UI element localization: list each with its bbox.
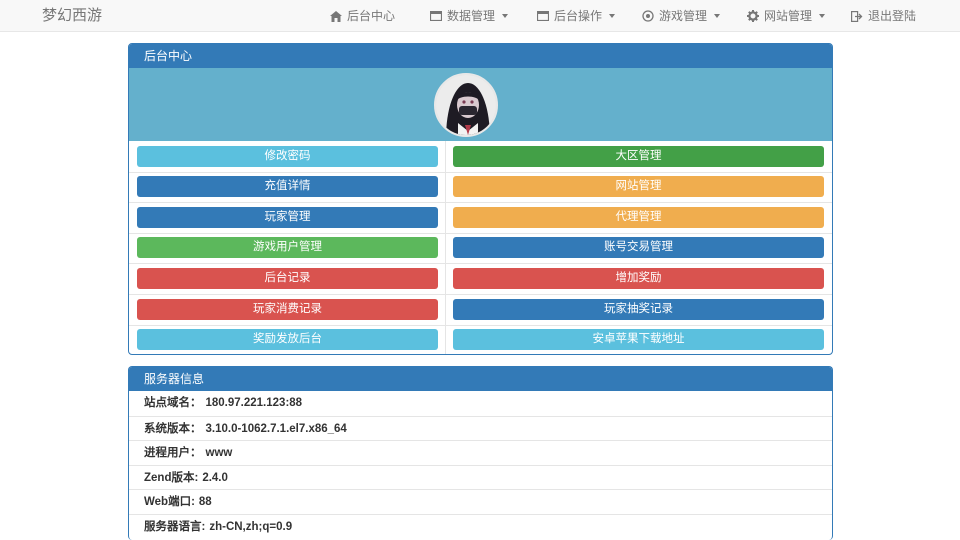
info-value: 88: [198, 496, 212, 509]
panel-heading: 服务器信息: [129, 367, 832, 391]
nav-game-label: 游戏管理: [659, 9, 708, 23]
avatar-banner: [129, 68, 832, 141]
nav-game-management[interactable]: 游戏管理: [642, 0, 721, 32]
nav-ops-label: 后台操作: [554, 9, 603, 23]
nav-logout-label: 退出登陆: [868, 9, 917, 23]
action-button-left-5[interactable]: 后台记录: [137, 267, 438, 289]
action-button-right-3[interactable]: 代理管理: [453, 206, 824, 228]
nav-home[interactable]: 后台中心: [330, 0, 395, 32]
nav-data-label: 数据管理: [447, 9, 496, 23]
nav-site-label: 网站管理: [764, 9, 813, 23]
home-icon: [330, 10, 342, 22]
avatar[interactable]: [434, 73, 498, 137]
action-button-left-7[interactable]: 奖励发放后台: [137, 329, 438, 351]
nav-home-label: 后台中心: [347, 9, 396, 23]
nav-backend-ops[interactable]: 后台操作: [537, 0, 616, 32]
info-value: 180.97.221.123:88: [205, 397, 303, 409]
panel-heading: 后台中心: [129, 44, 832, 68]
info-label: Web端口:: [144, 496, 195, 509]
row-divider: [129, 202, 832, 204]
server-info-row: Web端口: 88: [129, 489, 832, 514]
top-navbar: 梦幻西游 后台中心 数据管理 后台操作 游戏管理 网站管理 退出登陆: [0, 0, 960, 32]
info-value: zh-CN,zh;q=0.9: [209, 520, 293, 533]
brand-logo[interactable]: 梦幻西游: [42, 0, 102, 32]
gear-icon: [747, 10, 759, 22]
info-value: www: [205, 447, 233, 460]
caret-down-icon: [714, 14, 721, 18]
nav-data-management[interactable]: 数据管理: [430, 0, 509, 32]
server-info-row: 系统版本： 3.10.0-1062.7.1.el7.x86_64: [129, 415, 832, 441]
window-icon: [430, 10, 442, 22]
action-button-left-4[interactable]: 游戏用户管理: [137, 237, 438, 259]
nav-logout[interactable]: 退出登陆: [851, 0, 916, 32]
info-label: 系统版本：: [144, 422, 202, 435]
action-button-left-1[interactable]: 修改密码: [137, 145, 438, 167]
server-info-row: 服务器语言: zh-CN,zh;q=0.9: [129, 513, 832, 539]
row-divider: [129, 263, 832, 265]
action-button-grid: 修改密码 大区管理 充值详情 网站管理 玩家管理 代理管理 游戏用户管理 账号交易管理 后台记录…: [129, 141, 832, 354]
row-divider: [129, 171, 832, 173]
server-info-list: 站点域名： 180.97.221.123:88 系统版本： 3.10.0-1062.7…: [129, 391, 832, 539]
action-button-right-1[interactable]: 大区管理: [453, 145, 824, 167]
server-info-row: Zend版本: 2.4.0: [129, 464, 832, 490]
server-info-panel: 服务器信息 站点域名： 180.97.221.123:88 系统版本： 3.10.0-…: [128, 366, 833, 540]
action-button-left-6[interactable]: 玩家消费记录: [137, 298, 438, 320]
info-value: 3.10.0-1062.7.1.el7.x86_64: [205, 422, 347, 435]
server-info-row: 进程用户： www: [129, 440, 832, 465]
window-icon: [537, 10, 549, 22]
action-button-left-2[interactable]: 充值详情: [137, 176, 438, 198]
eye-icon: [642, 10, 654, 22]
caret-down-icon: [502, 14, 509, 18]
logout-icon: [851, 10, 863, 22]
admin-center-panel: 后台中心 修改密码 大区管理 充值详情 网站管理 玩家管理 代理管理 游戏用户管理 账号交易管…: [128, 43, 833, 355]
server-info-row: 站点域名： 180.97.221.123:88: [129, 391, 832, 416]
info-label: 服务器语言:: [144, 520, 206, 533]
caret-down-icon: [609, 14, 616, 18]
row-divider: [129, 294, 832, 295]
row-divider: [129, 324, 832, 326]
column-divider: [445, 141, 446, 354]
action-button-left-3[interactable]: 玩家管理: [137, 206, 438, 228]
caret-down-icon: [819, 14, 826, 18]
action-button-right-5[interactable]: 增加奖励: [453, 267, 824, 289]
action-button-right-7[interactable]: 安卓苹果下载地址: [453, 329, 824, 351]
info-value: 2.4.0: [202, 471, 228, 484]
action-button-right-4[interactable]: 账号交易管理: [453, 237, 824, 259]
row-divider: [129, 232, 832, 234]
info-label: 站点域名：: [144, 397, 202, 409]
info-label: 进程用户：: [144, 447, 202, 460]
action-button-right-2[interactable]: 网站管理: [453, 176, 824, 198]
info-label: Zend版本:: [144, 471, 199, 484]
action-button-right-6[interactable]: 玩家抽奖记录: [453, 298, 824, 320]
nav-site-management[interactable]: 网站管理: [747, 0, 826, 32]
